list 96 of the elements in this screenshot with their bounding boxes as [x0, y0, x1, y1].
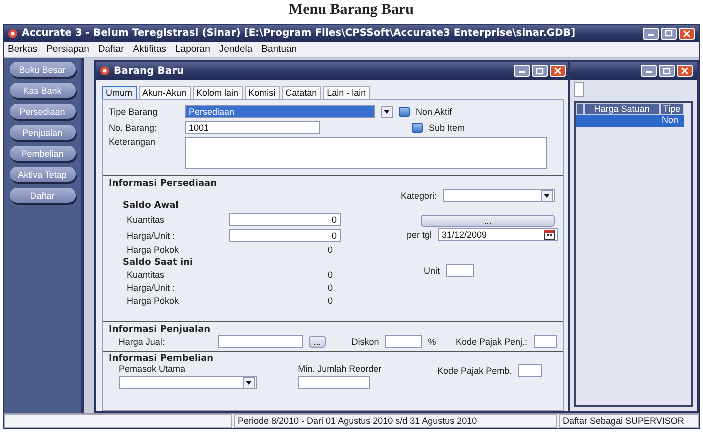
field-label: Harga/Unit :	[127, 283, 176, 293]
checkbox-label: Sub Item	[429, 122, 466, 132]
input-field[interactable]: 1001	[185, 121, 320, 134]
checkbox[interactable]	[412, 122, 423, 132]
field-label: Pemasok Utama	[119, 364, 186, 374]
close-icon	[683, 30, 691, 38]
field-label: Harga Pokok	[127, 296, 180, 306]
section-heading: Informasi Persediaan	[109, 179, 218, 189]
maximize-icon	[665, 30, 673, 37]
input-field[interactable]	[534, 335, 557, 348]
dropdown-button[interactable]	[381, 106, 393, 118]
field-label: Min. Jumlah Reorder	[298, 364, 382, 374]
window-title: Accurate 3 - Belum Teregistrasi (Sinar) [E:\Program Files\CPSSoft\Accurate3 Enterprise\sinar.GDB]	[22, 28, 577, 39]
table-cell-text: Non	[661, 115, 680, 127]
field-label: Unit	[424, 266, 440, 276]
input-field[interactable]	[518, 364, 542, 377]
field-label: Kode Pajak Penj.:	[456, 336, 528, 346]
menu-item[interactable]: Bantuan	[262, 44, 298, 55]
close-icon	[681, 67, 689, 75]
tab[interactable]: Umum	[102, 86, 136, 99]
percent-label: %	[428, 336, 436, 346]
checkbox-label: Non Aktif	[416, 106, 452, 116]
section-heading: Informasi Pembelian	[109, 354, 215, 364]
maximize-button[interactable]	[532, 65, 548, 77]
close-button[interactable]	[679, 28, 695, 40]
section-heading: Saldo Saat ini	[123, 258, 194, 268]
value-text: 0	[326, 245, 334, 255]
caption: Menu Barang Baru	[288, 1, 415, 20]
close-button[interactable]	[550, 65, 566, 77]
table-row[interactable]: Non	[576, 115, 684, 127]
field-label: Harga/Unit :	[127, 230, 176, 240]
minimize-icon	[645, 68, 653, 74]
value-text: 0	[326, 283, 334, 293]
ellipsis-button[interactable]: ...	[308, 336, 326, 348]
menu-item[interactable]: Laporan	[176, 44, 210, 55]
column-header[interactable]: Tipe	[660, 103, 684, 115]
close-icon	[554, 67, 562, 75]
menu-item[interactable]: Aktifitas	[133, 44, 166, 55]
input-field[interactable]	[218, 335, 303, 348]
tab[interactable]: Komisi	[244, 86, 280, 99]
tab[interactable]: Akun-Akun	[138, 86, 191, 99]
field-label: Kategori:	[400, 190, 437, 200]
field-label: No. Barang:	[109, 122, 158, 132]
maximize-button[interactable]	[661, 28, 677, 40]
status-text: Periode 8/2010 - Dari 01 Agustus 2010 s/d 31 Agustus 2010	[234, 414, 557, 428]
maximize-button[interactable]	[659, 65, 675, 77]
date-field[interactable]: 31/12/2009	[438, 228, 558, 241]
caret-icon	[544, 194, 550, 198]
app-icon	[8, 28, 18, 38]
value-text: 0	[326, 296, 334, 306]
number-field[interactable]: 0	[229, 229, 341, 242]
field-label: Diskon	[352, 336, 380, 346]
minimize-button[interactable]	[643, 28, 659, 40]
maximize-icon	[663, 68, 671, 74]
menu-item[interactable]: Daftar	[98, 44, 124, 55]
field-label: Kode Pajak Pemb.	[438, 366, 512, 376]
caret-icon	[384, 110, 390, 114]
field-label: Kuantitas	[127, 270, 166, 280]
dropdown-button[interactable]	[243, 376, 255, 388]
dropdown-button[interactable]	[541, 190, 553, 202]
section-heading: Saldo Awal	[123, 201, 179, 211]
type-select[interactable]: Persediaan	[185, 105, 375, 118]
text-area[interactable]	[185, 137, 547, 169]
close-button[interactable]	[677, 65, 693, 77]
tab[interactable]: Lain - lain	[323, 86, 370, 99]
caret-icon	[246, 380, 252, 384]
tab[interactable]: Catatan	[282, 86, 322, 99]
input-field[interactable]	[298, 376, 370, 389]
input-field[interactable]	[385, 335, 422, 348]
column-header[interactable]	[576, 103, 584, 115]
column-header[interactable]: Harga Satuan	[584, 103, 660, 115]
field-label: Harga Jual:	[118, 336, 166, 346]
calendar-icon[interactable]	[544, 229, 555, 240]
minimize-button[interactable]	[514, 65, 530, 77]
input-field[interactable]	[446, 264, 474, 277]
field-label: Tipe Barang	[109, 106, 159, 116]
minimize-icon	[518, 68, 526, 74]
menu-item[interactable]: Persiapan	[46, 44, 90, 55]
window-title: Barang Baru	[114, 66, 186, 76]
minimize-button[interactable]	[641, 65, 657, 77]
field-label: Harga Pokok	[127, 245, 180, 255]
field-label: per tgl	[406, 230, 432, 240]
field-label: Kuantitas	[127, 214, 166, 224]
number-field[interactable]: 0	[229, 213, 341, 226]
tab[interactable]: Kolom lain	[192, 86, 243, 99]
maximize-icon	[536, 68, 544, 74]
checkbox[interactable]	[399, 106, 410, 116]
status-text: Daftar Sebagai SUPERVISOR	[559, 414, 699, 428]
menu-item[interactable]: Berkas	[8, 44, 38, 55]
field-label: Keterangan	[109, 137, 157, 147]
menu-item[interactable]: Jendela	[219, 44, 253, 55]
input-field[interactable]	[574, 82, 584, 97]
app-icon	[100, 66, 110, 76]
ellipsis-button[interactable]: ...	[421, 215, 555, 227]
section-heading: Informasi Penjualan	[109, 325, 212, 335]
value-text: 0	[326, 270, 334, 280]
